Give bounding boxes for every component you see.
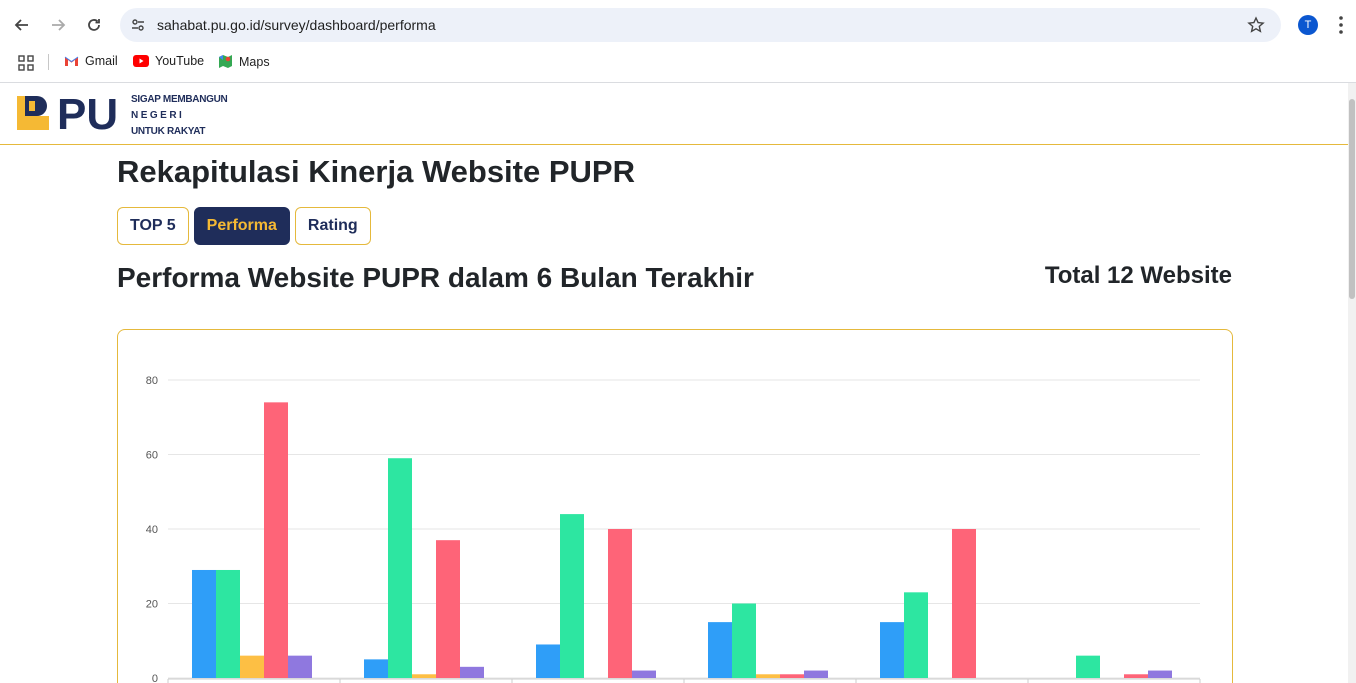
y-tick-label: 0 bbox=[152, 673, 158, 683]
back-arrow-icon bbox=[14, 19, 28, 31]
bookmark-maps[interactable]: Maps bbox=[218, 54, 270, 69]
total-websites: Total 12 Website bbox=[1044, 262, 1232, 289]
bookmark-label: Gmail bbox=[85, 54, 118, 68]
tab-performa[interactable]: Performa bbox=[193, 207, 290, 245]
chart-bar[interactable] bbox=[264, 402, 288, 678]
y-tick-label: 40 bbox=[146, 524, 158, 536]
chart-bar[interactable] bbox=[240, 655, 264, 678]
pupr-logo-icon[interactable]: PU bbox=[17, 93, 129, 133]
chart-bar[interactable] bbox=[216, 569, 240, 678]
svg-text:PU: PU bbox=[57, 93, 118, 133]
y-tick-label: 60 bbox=[146, 450, 158, 462]
chart-bar[interactable] bbox=[1124, 674, 1148, 678]
chart-bar[interactable] bbox=[388, 458, 412, 678]
reload-button[interactable] bbox=[80, 11, 108, 39]
chart-bar[interactable] bbox=[460, 666, 484, 678]
more-menu-icon[interactable] bbox=[1338, 15, 1344, 35]
browser-toolbar: sahabat.pu.go.id/survey/dashboard/perfor… bbox=[0, 0, 1356, 50]
page-scrollbar[interactable] bbox=[1348, 83, 1356, 683]
scrollbar-thumb[interactable] bbox=[1349, 99, 1355, 299]
performance-chart-card: 0 20 40 60 80 bbox=[117, 329, 1233, 683]
logo-tagline-line: NEGERI bbox=[131, 110, 185, 121]
chart-bar[interactable] bbox=[536, 644, 560, 678]
logo-tagline-line: UNTUK RAKYAT bbox=[131, 126, 206, 137]
performance-bar-chart: 0 20 40 60 80 bbox=[146, 375, 1201, 683]
youtube-icon bbox=[133, 55, 149, 67]
chart-bar[interactable] bbox=[192, 569, 216, 678]
chart-bar[interactable] bbox=[952, 529, 976, 678]
chart-bar[interactable] bbox=[780, 674, 804, 678]
chart-bar[interactable] bbox=[732, 603, 756, 679]
chart-bar[interactable] bbox=[804, 670, 828, 678]
section-title: Performa Website PUPR dalam 6 Bulan Tera… bbox=[117, 262, 754, 293]
logo-tagline-line: SIGAP MEMBANGUN bbox=[131, 94, 228, 105]
bookmarks-divider bbox=[48, 54, 49, 70]
bookmark-star-icon[interactable] bbox=[1247, 16, 1265, 34]
maps-icon bbox=[219, 55, 232, 68]
logo-tagline: SIGAP MEMBANGUN NEGERI UNTUK RAKYAT bbox=[131, 92, 228, 140]
bookmark-label: YouTube bbox=[155, 54, 205, 68]
forward-button[interactable] bbox=[44, 11, 72, 39]
chart-bar[interactable] bbox=[756, 674, 780, 678]
tab-top5[interactable]: TOP 5 bbox=[117, 207, 189, 245]
chart-bar[interactable] bbox=[1148, 670, 1172, 678]
apps-grid-icon[interactable] bbox=[18, 55, 34, 71]
chart-bar[interactable] bbox=[560, 514, 584, 678]
page-title: Rekapitulasi Kinerja Website PUPR bbox=[117, 154, 635, 189]
profile-avatar[interactable]: T bbox=[1298, 15, 1318, 35]
chart-bar[interactable] bbox=[632, 670, 656, 678]
chart-bar[interactable] bbox=[1076, 655, 1100, 678]
bookmark-youtube[interactable]: YouTube bbox=[133, 54, 204, 68]
page-content: PU SIGAP MEMBANGUN NEGERI UNTUK RAKYAT R… bbox=[0, 83, 1348, 683]
reload-icon bbox=[88, 19, 100, 31]
chart-bar[interactable] bbox=[436, 540, 460, 678]
tab-rating[interactable]: Rating bbox=[294, 207, 371, 245]
chart-bar[interactable] bbox=[412, 674, 436, 678]
tab-bar: TOP 5 Performa Rating bbox=[117, 207, 371, 245]
forward-arrow-icon bbox=[52, 19, 66, 31]
bookmark-gmail[interactable]: Gmail bbox=[64, 54, 118, 68]
chart-bar[interactable] bbox=[904, 592, 928, 678]
back-button[interactable] bbox=[8, 11, 36, 39]
gmail-icon bbox=[64, 56, 79, 66]
y-tick-label: 80 bbox=[146, 375, 158, 387]
chart-bar[interactable] bbox=[708, 622, 732, 678]
chart-bar[interactable] bbox=[608, 529, 632, 678]
bookmarks-bar: Gmail YouTube Maps bbox=[0, 50, 1356, 83]
chart-bar[interactable] bbox=[364, 659, 388, 678]
site-header: PU SIGAP MEMBANGUN NEGERI UNTUK RAKYAT bbox=[0, 83, 1348, 145]
chart-bar[interactable] bbox=[288, 655, 312, 678]
site-settings-icon bbox=[132, 19, 144, 31]
y-tick-label: 20 bbox=[146, 599, 158, 611]
bookmark-label: Maps bbox=[239, 54, 270, 69]
url-text[interactable]: sahabat.pu.go.id/survey/dashboard/perfor… bbox=[157, 17, 436, 33]
address-bar[interactable]: sahabat.pu.go.id/survey/dashboard/perfor… bbox=[120, 8, 1281, 42]
chart-bar[interactable] bbox=[880, 622, 904, 678]
